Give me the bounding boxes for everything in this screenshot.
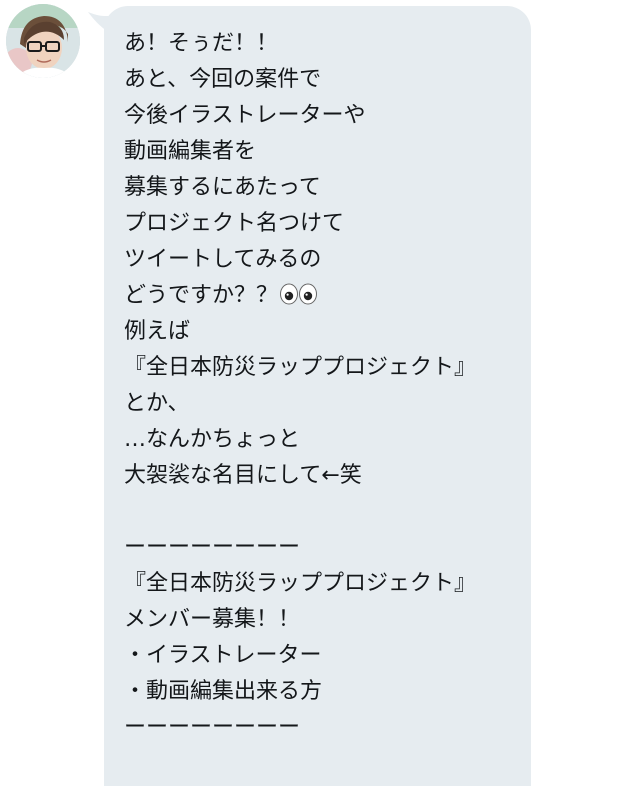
message-line-blank — [124, 494, 524, 530]
message-line: ・動画編集出来る方 — [124, 679, 323, 704]
message-line: 募集するにあたって — [124, 175, 321, 200]
eyes-icon — [280, 283, 318, 305]
message-line: 動画編集者を — [124, 139, 257, 164]
message-line-divider: ーーーーーーーー — [124, 535, 301, 560]
message-line: あ！そぅだ！！ — [124, 31, 279, 56]
avatar[interactable] — [6, 4, 80, 78]
message-line: あと、今回の案件で — [124, 67, 322, 92]
message-line: とか、 — [124, 391, 190, 416]
message-line: 大袈裟な名目にして←笑 — [124, 463, 362, 488]
message-line-divider: ーーーーーーーー — [124, 715, 301, 740]
message-line: 例えば — [124, 319, 191, 344]
message-text: あ！そぅだ！！ あと、今回の案件で 今後イラストレーターや 動画編集者を 募集す… — [124, 26, 524, 746]
avatar-image — [6, 4, 80, 78]
message-line: ・イラストレーター — [124, 643, 322, 668]
message-line: 今後イラストレーターや — [124, 103, 366, 128]
message-line: …なんかちょっと — [124, 427, 301, 452]
message-line: ツイートしてみるの — [124, 247, 322, 272]
message-line: どうですか？？ — [124, 283, 279, 308]
message-line: 『全日本防災ラッププロジェクト』 — [124, 571, 477, 596]
message-line-with-emoji: どうですか？？ — [124, 278, 524, 314]
message-line: メンバー募集！！ — [124, 607, 301, 632]
message-line: 『全日本防災ラッププロジェクト』 — [124, 355, 477, 380]
message-line: プロジェクト名つけて — [124, 211, 345, 236]
